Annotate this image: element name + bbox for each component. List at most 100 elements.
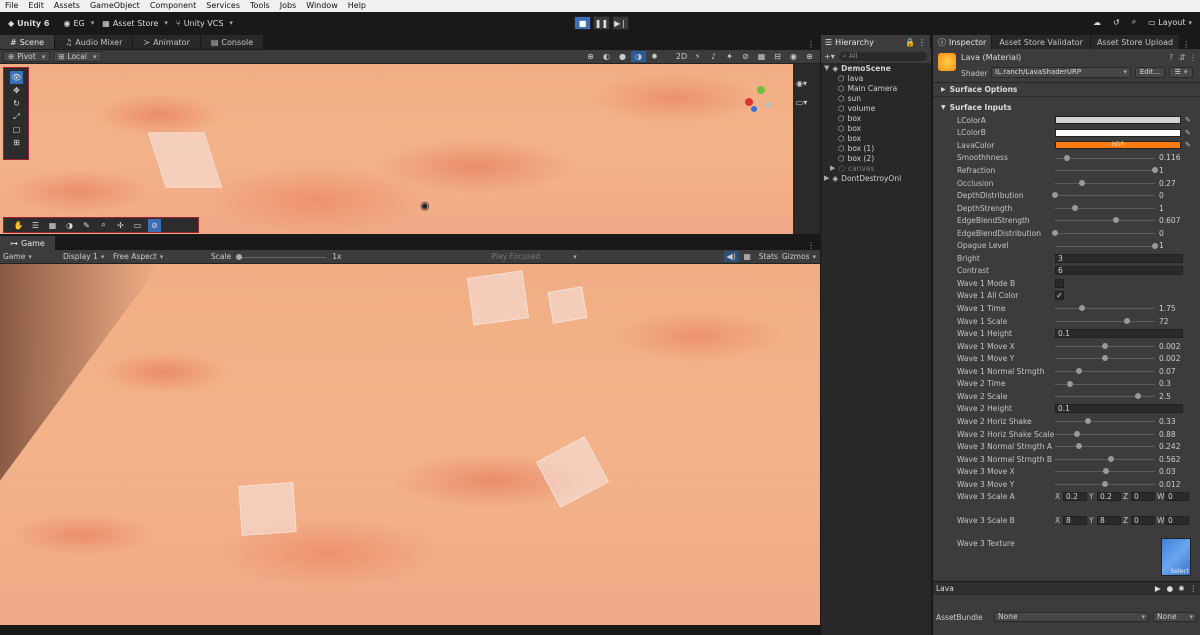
slider-value-field[interactable]: 1.75: [1159, 304, 1193, 313]
property-slider[interactable]: [1055, 242, 1158, 249]
slider-value-field[interactable]: 1: [1159, 241, 1193, 250]
asset-store-dropdown[interactable]: ▦ Asset Store: [102, 19, 168, 28]
hierarchy-item[interactable]: ⬡ box: [824, 123, 931, 133]
shader-edit-button[interactable]: Edit...: [1135, 67, 1165, 78]
rect-tool-icon[interactable]: ▢: [10, 123, 23, 136]
slider-knob[interactable]: [1052, 192, 1058, 199]
unity-account-button[interactable]: ◆ Unity 6: [8, 19, 49, 28]
variant-dropdown[interactable]: None: [1153, 612, 1197, 622]
slider-value-field[interactable]: 0.012: [1159, 480, 1193, 489]
grid-icon[interactable]: ▦: [754, 51, 769, 62]
slider-value-field[interactable]: 0.562: [1159, 455, 1193, 464]
menu-help[interactable]: Help: [343, 0, 371, 12]
tab-asset-store-upload[interactable]: Asset Store Upload: [1090, 35, 1181, 49]
search-icon[interactable]: ⌕: [1132, 17, 1136, 27]
component-menu-icon[interactable]: ⋮: [1189, 53, 1197, 62]
vector-w-field[interactable]: 0: [1165, 492, 1189, 502]
scale-tool-icon[interactable]: ⤢: [10, 110, 23, 123]
tab-game[interactable]: ⊶ Game: [0, 236, 56, 250]
lit-sphere-icon[interactable]: ◑: [631, 51, 646, 62]
shader-options-dropdown[interactable]: ☰: [1169, 67, 1193, 78]
property-field[interactable]: 3: [1055, 253, 1183, 263]
lock-icon[interactable]: 🔒: [905, 38, 915, 47]
property-slider[interactable]: [1055, 154, 1155, 161]
hierarchy-item[interactable]: ⬡ Main Camera: [824, 83, 931, 93]
menu-edit[interactable]: Edit: [23, 0, 49, 12]
vector-x-field[interactable]: 0.2: [1063, 492, 1087, 502]
slider-knob[interactable]: [1074, 430, 1080, 437]
property-slider[interactable]: [1055, 355, 1155, 362]
shader-dropdown[interactable]: IL.ranch/LavaShaderURP: [991, 67, 1131, 78]
chat-icon[interactable]: ▭: [131, 219, 144, 232]
presets-icon[interactable]: ⇵: [1179, 53, 1186, 62]
sliders-icon[interactable]: ☰: [29, 219, 42, 232]
hierarchy-item[interactable]: ⬡ box (1): [824, 143, 931, 153]
vector-y-field[interactable]: 8: [1097, 515, 1121, 525]
slider-value-field[interactable]: 0.88: [1159, 430, 1193, 439]
aspect-dropdown[interactable]: Free Aspect: [109, 252, 207, 261]
hierarchy-search-input[interactable]: ⌕ All: [838, 51, 927, 61]
menu-assets[interactable]: Assets: [49, 0, 85, 12]
hierarchy-item[interactable]: ⬡ sun: [824, 93, 931, 103]
gizmos-icon[interactable]: ⊕: [802, 51, 817, 62]
vector-y-field[interactable]: 0.2: [1097, 492, 1121, 502]
terrain-icon[interactable]: ▦: [46, 219, 59, 232]
scale-slider-knob[interactable]: [236, 253, 243, 260]
frame-icon[interactable]: ▦: [740, 251, 755, 262]
menu-file[interactable]: File: [0, 0, 23, 12]
property-field[interactable]: 6: [1055, 266, 1183, 276]
vector-x-field[interactable]: 8: [1063, 515, 1087, 525]
game-mode-dropdown[interactable]: Game: [0, 252, 56, 261]
pause-button[interactable]: ❚❚: [593, 16, 610, 30]
texture-select-label[interactable]: Select: [1170, 568, 1189, 575]
slider-knob[interactable]: [1079, 179, 1085, 186]
slider-knob[interactable]: [1152, 167, 1158, 174]
view-tool-icon[interactable]: 👁: [10, 71, 23, 84]
slider-knob[interactable]: [1079, 305, 1085, 312]
vector-z-field[interactable]: 0: [1131, 515, 1155, 525]
tab-inspector[interactable]: ⓘ Inspector: [933, 35, 993, 49]
preview-sphere-icon[interactable]: ●: [1167, 584, 1174, 593]
game-menu-icon[interactable]: ⋮: [807, 241, 820, 250]
collapse-icon[interactable]: ▶: [824, 174, 829, 182]
inspector-menu-icon[interactable]: ⋮: [1180, 40, 1190, 49]
menu-gameobject[interactable]: GameObject: [85, 0, 145, 12]
property-slider[interactable]: [1055, 393, 1155, 400]
property-field[interactable]: 0.1: [1055, 404, 1183, 414]
slider-knob[interactable]: [1067, 380, 1073, 387]
mute-audio-icon[interactable]: ◀): [723, 251, 739, 262]
hierarchy-item[interactable]: ⬡ volume: [824, 103, 931, 113]
property-slider[interactable]: [1055, 342, 1155, 349]
slider-knob[interactable]: [1076, 368, 1082, 374]
game-view[interactable]: [0, 264, 820, 625]
property-checkbox[interactable]: [1055, 278, 1064, 288]
slider-knob[interactable]: [1102, 355, 1108, 362]
slider-knob[interactable]: [1064, 154, 1070, 161]
color-swatch[interactable]: [1055, 116, 1181, 124]
globe-icon[interactable]: ⊕: [583, 51, 598, 62]
effects-icon[interactable]: ✦: [722, 51, 737, 62]
camera-overlay-icon[interactable]: ◉▾: [794, 78, 809, 89]
lighting-icon[interactable]: ⚡: [690, 51, 705, 62]
slider-value-field[interactable]: 0.03: [1159, 467, 1193, 476]
property-slider[interactable]: [1055, 455, 1155, 462]
gizmo-y-axis[interactable]: [757, 86, 765, 94]
property-slider[interactable]: [1055, 317, 1155, 324]
hierarchy-scene-row[interactable]: ▼ ◈ DemoScene: [824, 63, 931, 73]
slider-knob[interactable]: [1072, 204, 1078, 211]
camera-settings-icon[interactable]: ◉: [786, 51, 801, 62]
eyedropper-icon[interactable]: ✎: [1185, 141, 1191, 149]
layout-dropdown[interactable]: ▭ Layout: [1148, 18, 1192, 27]
account-dropdown[interactable]: ◉ EG: [63, 19, 94, 28]
slider-value-field[interactable]: 0.002: [1159, 354, 1193, 363]
collapse-icon[interactable]: ▶: [830, 164, 835, 172]
gizmo-x-axis[interactable]: [745, 98, 753, 106]
property-slider[interactable]: [1055, 204, 1155, 211]
transform-tool-icon[interactable]: ⊞: [10, 136, 23, 149]
slider-knob[interactable]: [1076, 443, 1082, 450]
slider-knob[interactable]: [1152, 242, 1158, 249]
slider-knob[interactable]: [1085, 418, 1091, 425]
texture-slot[interactable]: Select: [1161, 537, 1191, 576]
hierarchy-menu-icon[interactable]: ⋮: [918, 38, 926, 47]
help-icon[interactable]: ?: [1169, 53, 1173, 62]
